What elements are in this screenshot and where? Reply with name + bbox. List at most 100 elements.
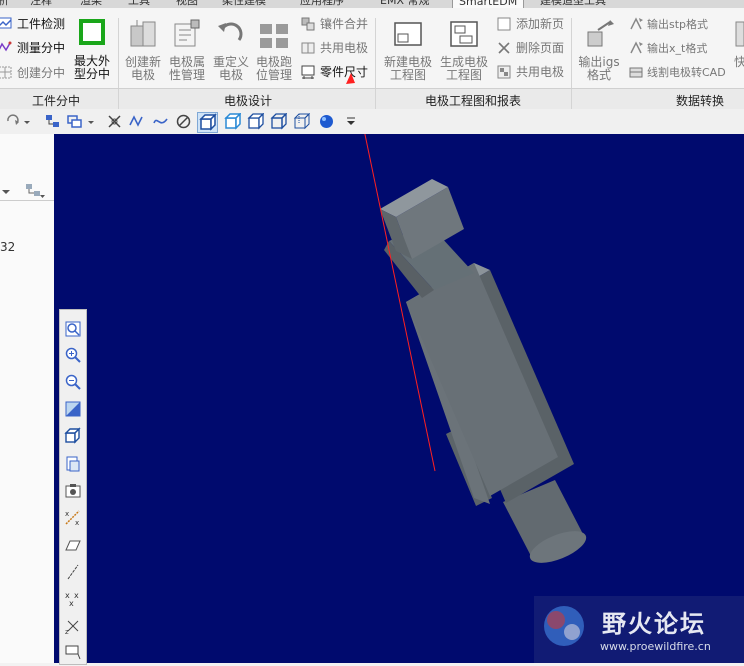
curve-display-icon[interactable]	[152, 113, 169, 130]
plane-display-icon[interactable]: xx	[64, 509, 82, 527]
model-tree-panel: 32	[0, 134, 55, 663]
repaint-icon[interactable]	[64, 400, 82, 418]
wire-cut-cad-icon	[628, 64, 644, 80]
workpiece-check-button[interactable]: 工件检测	[17, 18, 65, 31]
redefine-electrode-icon[interactable]	[215, 18, 247, 50]
electrode-attr-icon[interactable]	[171, 18, 203, 50]
generate-drawing-label-2: 工程图	[445, 68, 482, 82]
saved-orientations-icon[interactable]	[64, 455, 82, 473]
toolbar-more-icon[interactable]	[346, 113, 356, 130]
redo-icon[interactable]	[4, 113, 21, 130]
measure-center-icon	[0, 40, 14, 55]
refit-icon[interactable]	[64, 320, 82, 338]
tab-render[interactable]: 渲染	[80, 0, 102, 8]
part-size-icon	[300, 64, 316, 80]
shading-icon[interactable]	[224, 112, 242, 130]
tab-applications[interactable]: 应用程序	[300, 0, 344, 8]
measure-center-button[interactable]: 测量分中	[17, 42, 65, 55]
ribbon-group-labels: 工件分中 电极设计 电极工程图和报表 数据转换	[0, 88, 744, 110]
tab-flexible-modeling[interactable]: 柔性建模	[222, 0, 266, 8]
group-divider	[118, 89, 119, 109]
panel-dropdown-icon[interactable]	[0, 186, 12, 196]
zoom-out-icon[interactable]	[64, 373, 82, 391]
view-manager-side-icon[interactable]	[64, 482, 82, 500]
workpiece-check-icon	[0, 16, 14, 31]
electrode-track-label-2: 位管理	[255, 68, 292, 82]
no-hidden-icon[interactable]	[270, 112, 288, 130]
graphics-viewport[interactable]	[54, 134, 744, 663]
wire-cut-cad-button[interactable]: 线割电极转CAD	[647, 66, 726, 79]
fast-tool-icon[interactable]	[734, 18, 744, 50]
shared-electrode-button[interactable]: 共用电极	[320, 42, 368, 55]
group-label-electrode: 电极设计	[224, 94, 273, 108]
max-center-label-2: 型分中	[73, 67, 110, 81]
redo-dropdown-icon[interactable]	[22, 113, 32, 130]
spin-center-icon[interactable]	[128, 113, 145, 130]
insert-merge-icon	[300, 16, 316, 32]
no-display-icon[interactable]	[175, 113, 192, 130]
point-display-icon[interactable]: xxx	[64, 590, 82, 608]
shading-with-edges-icon[interactable]	[197, 112, 218, 133]
ribbon: 工件检测 测量分中 创建分中 最大外 型分中 创建新 电极 电极属 性管理 重定…	[0, 8, 744, 96]
svg-text:x: x	[75, 519, 79, 527]
insert-merge-button[interactable]: 镶件合并	[320, 18, 368, 31]
fast-tool-label: 快	[734, 55, 744, 69]
svg-text:x: x	[74, 591, 79, 600]
tab-annotation[interactable]: 注释	[30, 0, 52, 8]
max-center-icon[interactable]	[78, 18, 106, 46]
export-xt-button[interactable]: 输出x_t格式	[647, 42, 707, 55]
datum-display-icon[interactable]	[106, 113, 123, 130]
tab-view[interactable]: 视图	[176, 0, 198, 8]
tree-filter-icon[interactable]	[24, 182, 46, 200]
export-xt-icon	[628, 40, 644, 56]
ribbon-divider	[375, 18, 376, 96]
group-label-workpiece: 工件分中	[32, 94, 81, 108]
shared-electrode-drawing-button[interactable]: 共用电极	[516, 66, 564, 79]
svg-text:x: x	[69, 599, 74, 608]
ribbon-divider	[571, 18, 572, 96]
annotation-arrowhead	[343, 72, 357, 88]
group-label-convert: 数据转换	[676, 94, 725, 108]
create-center-icon	[0, 65, 14, 80]
export-igs-label-2: 格式	[586, 68, 611, 82]
add-page-button[interactable]: 添加新页	[516, 18, 564, 31]
view-manager-icon[interactable]	[66, 113, 83, 130]
tab-analysis[interactable]: 析	[0, 0, 9, 8]
wireframe-icon[interactable]	[293, 112, 311, 130]
export-stp-icon	[628, 16, 644, 32]
forum-watermark: 野火论坛 www.proewildfire.cn	[534, 596, 744, 663]
display-style-icon[interactable]	[64, 427, 82, 445]
generate-drawing-icon[interactable]	[448, 18, 480, 50]
create-center-button[interactable]: 创建分中	[17, 67, 65, 80]
zoom-in-icon[interactable]	[64, 346, 82, 364]
create-electrode-icon[interactable]	[127, 18, 159, 50]
delete-page-button[interactable]: 删除页面	[516, 42, 564, 55]
svg-text:x: x	[65, 510, 69, 518]
csys-display-icon[interactable]: z	[64, 617, 82, 636]
tab-modeling-tools[interactable]: 建模造型工具	[540, 0, 606, 8]
panel-divider	[0, 200, 54, 201]
hidden-line-icon[interactable]	[247, 112, 265, 130]
add-page-icon	[496, 16, 512, 32]
axis-display-icon[interactable]	[64, 563, 82, 581]
view-dropdown-icon[interactable]	[86, 113, 96, 130]
electrode-body	[406, 263, 574, 504]
export-igs-icon[interactable]	[584, 18, 616, 50]
redefine-electrode-label-2: 电极	[218, 68, 243, 82]
delete-page-icon	[496, 40, 512, 56]
electrode-track-icon[interactable]	[258, 18, 290, 50]
annotation-display-icon[interactable]	[64, 643, 82, 661]
new-drawing-icon[interactable]	[392, 18, 424, 50]
layer-tree-icon[interactable]	[44, 113, 61, 130]
watermark-url: www.proewildfire.cn	[600, 640, 711, 653]
appearance-gallery-icon[interactable]	[318, 113, 335, 130]
shared-electrode-icon	[300, 40, 316, 56]
ribbon-divider	[118, 18, 119, 96]
tab-emx[interactable]: EMX 常规	[380, 0, 429, 8]
plane-display-2-icon[interactable]	[64, 536, 82, 554]
shared-electrode-drawing-icon	[496, 64, 512, 80]
export-stp-button[interactable]: 输出stp格式	[647, 18, 708, 31]
graphics-toolbar	[0, 109, 744, 135]
new-drawing-label-2: 工程图	[389, 68, 426, 82]
tab-tools[interactable]: 工具	[128, 0, 150, 8]
